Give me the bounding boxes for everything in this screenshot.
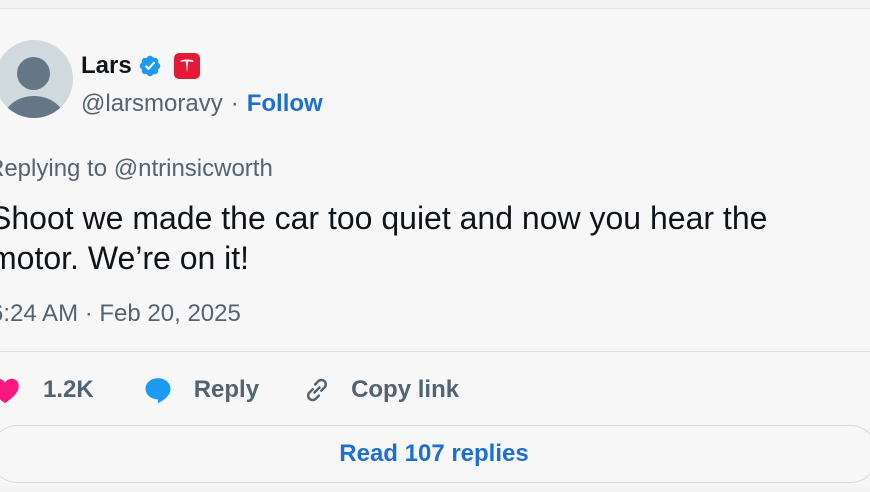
like-button[interactable]: 1.2K	[0, 374, 94, 406]
avatar-head	[17, 57, 50, 90]
author-display-name[interactable]: Lars	[81, 52, 132, 80]
avatar[interactable]	[0, 40, 73, 118]
reply-label: Reply	[193, 376, 260, 403]
read-replies-button[interactable]: Read 107 replies	[0, 425, 870, 483]
action-bar: 1.2K Reply Copy link	[0, 372, 459, 408]
read-replies-label: Read 107 replies	[339, 440, 529, 467]
divider	[0, 351, 870, 352]
author-name-row: Lars	[81, 51, 200, 81]
author-handle-row: @larsmoravy · Follow	[81, 90, 323, 118]
tesla-t-glyph	[180, 59, 194, 73]
avatar-body	[3, 96, 65, 118]
tesla-logo-icon[interactable]	[173, 53, 200, 79]
follow-button[interactable]: Follow	[247, 90, 323, 118]
tweet-card: Lars @larsmoravy · Follow Replying to @n…	[0, 8, 870, 486]
speech-bubble-icon	[142, 374, 174, 406]
author-handle[interactable]: @larsmoravy	[81, 90, 223, 118]
reply-button[interactable]: Reply	[142, 374, 259, 406]
replying-to-label[interactable]: Replying to @ntrinsicworth	[0, 155, 273, 183]
copy-link-label: Copy link	[351, 376, 460, 403]
heart-icon	[0, 374, 21, 406]
like-count: 1.2K	[43, 376, 94, 403]
handle-separator: ·	[230, 90, 239, 117]
tweet-timestamp[interactable]: 6:24 AM · Feb 20, 2025	[0, 300, 241, 328]
copy-link-button[interactable]: Copy link	[301, 374, 459, 406]
verified-badge-icon	[139, 55, 160, 77]
tweet-text: Shoot we made the car too quiet and now …	[0, 200, 768, 276]
link-icon	[301, 374, 333, 406]
